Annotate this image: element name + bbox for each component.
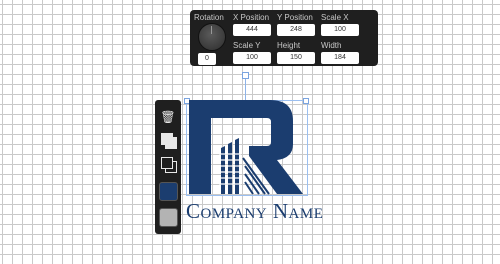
scale-x-field[interactable]: 100 [321, 24, 359, 36]
rotation-field[interactable]: 0 [198, 53, 216, 65]
color-swatch-primary[interactable] [159, 182, 178, 201]
height-label: Height [277, 41, 301, 50]
width-field[interactable]: 184 [321, 52, 359, 64]
rotation-handle[interactable] [242, 72, 249, 79]
y-position-field[interactable]: 248 [277, 24, 315, 36]
trash-icon[interactable]: 🗑 [159, 108, 177, 126]
properties-panel: Rotation 0 X Position 444 Y Position 248… [190, 10, 378, 66]
y-position-label: Y Position [277, 13, 313, 22]
x-position-field[interactable]: 444 [233, 24, 271, 36]
height-field[interactable]: 150 [277, 52, 315, 64]
send-to-back-icon[interactable] [159, 155, 177, 173]
scale-y-field[interactable]: 100 [233, 52, 271, 64]
color-swatch-secondary[interactable] [159, 208, 178, 227]
logo-r-graphic[interactable] [185, 96, 310, 198]
scale-x-label: Scale X [321, 13, 349, 22]
bring-to-front-icon[interactable] [159, 131, 177, 149]
company-name-text[interactable]: Company Name [186, 199, 323, 224]
width-label: Width [321, 41, 342, 50]
x-position-label: X Position [233, 13, 270, 22]
rotation-dial[interactable] [198, 23, 226, 51]
rotation-label: Rotation [194, 13, 224, 22]
scale-y-label: Scale Y [233, 41, 261, 50]
object-toolbar: 🗑 [155, 100, 181, 234]
